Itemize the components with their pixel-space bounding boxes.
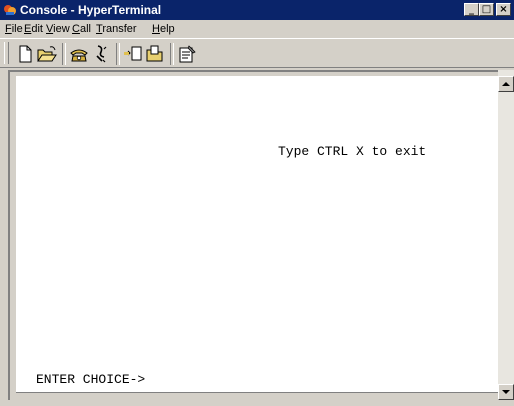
- toolbar: [0, 38, 514, 68]
- call-button[interactable]: [68, 44, 90, 64]
- exit-instruction-text: Type CTRL X to exit: [278, 144, 427, 159]
- toolbar-separator: [170, 43, 174, 65]
- menu-help-mnemonic: H: [152, 23, 160, 35]
- hyperterminal-app-icon[interactable]: [3, 3, 17, 17]
- menu-edit[interactable]: Edit: [24, 22, 43, 36]
- menu-file-label: ile: [11, 23, 23, 35]
- window-title: Console - HyperTerminal: [20, 3, 162, 17]
- send-button[interactable]: [122, 44, 144, 64]
- menu-help-label: elp: [159, 23, 175, 35]
- disconnect-icon: [96, 45, 107, 63]
- menu-view-label: iew: [53, 23, 70, 35]
- toolbar-separator: [116, 43, 120, 65]
- menu-view[interactable]: View: [46, 22, 70, 36]
- maximize-button[interactable]: □: [479, 3, 494, 16]
- menu-call[interactable]: Call: [72, 22, 91, 36]
- new-connection-icon: [19, 45, 32, 63]
- properties-icon: [179, 45, 196, 63]
- toolbar-grip[interactable]: [4, 42, 9, 64]
- disconnect-button[interactable]: [90, 44, 112, 64]
- scroll-up-button[interactable]: [498, 76, 514, 92]
- open-button[interactable]: [36, 44, 58, 64]
- scroll-down-button[interactable]: [498, 384, 514, 400]
- new-connection-button[interactable]: [14, 44, 36, 64]
- receive-button[interactable]: [144, 44, 166, 64]
- terminal-screen[interactable]: Type CTRL X to exit ENTER CHOICE->: [16, 76, 498, 392]
- send-icon: [124, 46, 142, 61]
- horizontal-scrollbar[interactable]: [16, 392, 498, 406]
- toolbar-separator: [62, 43, 66, 65]
- vertical-scrollbar[interactable]: [498, 70, 514, 400]
- menu-transfer[interactable]: Transfer: [96, 22, 137, 36]
- open-icon: [37, 46, 57, 62]
- enter-choice-prompt: ENTER CHOICE->: [36, 372, 146, 387]
- close-button[interactable]: ×: [496, 3, 511, 16]
- up-arrow-icon: [502, 82, 510, 86]
- menu-call-label: all: [79, 23, 91, 35]
- menu-bar: File Edit View Call Transfer Help: [0, 20, 514, 38]
- menu-file[interactable]: File: [5, 22, 23, 36]
- hyperterminal-window: Console - HyperTerminal _ □ × File Edit …: [0, 0, 514, 406]
- receive-icon: [146, 45, 163, 62]
- call-icon: [70, 49, 88, 62]
- title-bar[interactable]: Console - HyperTerminal _ □ ×: [0, 0, 514, 20]
- menu-edit-label: dit: [31, 23, 43, 35]
- menu-help[interactable]: Help: [152, 22, 175, 36]
- menu-file-mnemonic: F: [5, 23, 12, 35]
- properties-button[interactable]: [176, 44, 198, 64]
- menu-transfer-label: ransfer: [102, 23, 137, 35]
- down-arrow-icon: [502, 390, 510, 394]
- menu-call-mnemonic: C: [72, 23, 80, 35]
- minimize-button[interactable]: _: [464, 3, 479, 16]
